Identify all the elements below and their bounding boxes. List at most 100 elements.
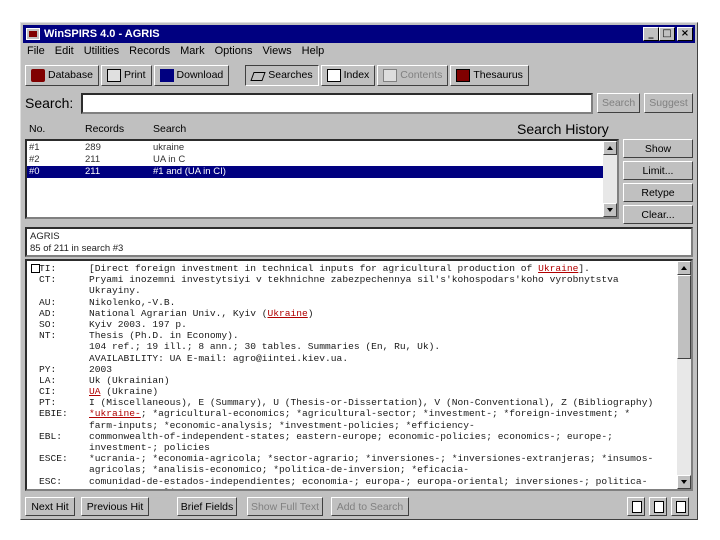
hit-term[interactable]: UA (89, 386, 101, 397)
menu-views[interactable]: Views (263, 45, 292, 62)
menu-help[interactable]: Help (302, 45, 325, 62)
retype-button[interactable]: Retype (623, 183, 693, 202)
thesaurus-button[interactable]: Thesaurus (450, 64, 529, 86)
download-button[interactable]: Download (153, 64, 230, 86)
show-button[interactable]: Show (623, 139, 693, 158)
field-value: UA (Ukraine) (89, 386, 159, 398)
previous-hit-button[interactable]: Previous Hit (81, 497, 149, 516)
searches-label: Searches (268, 69, 313, 81)
history-no: #1 (29, 142, 40, 153)
record-line: ESCE: *ucrania-; *economia-agricola; *sec… (31, 453, 675, 464)
field-value: Thesis (Ph.D. in Economy). (89, 330, 239, 342)
searches-button[interactable]: Searches (245, 64, 319, 86)
field-tag: NT: (39, 330, 57, 342)
searches-icon (251, 69, 265, 82)
contents-button[interactable]: Contents (377, 64, 449, 86)
record-line: PY: 2003 (31, 364, 675, 375)
menu-edit[interactable]: Edit (55, 45, 74, 62)
history-row-selected[interactable]: #0 211 #1 and (UA in CI) (27, 166, 605, 178)
menu-utilities[interactable]: Utilities (84, 45, 119, 62)
close-icon[interactable]: × (677, 27, 693, 41)
scroll-up-icon[interactable] (677, 261, 691, 275)
bottom-bar: Next Hit Previous Hit Brief Fields Show … (25, 497, 693, 517)
field-value: Pryami inozemni investytsiyi v tekhnichn… (89, 274, 619, 286)
history-row[interactable]: #2 211 UA in C (27, 154, 605, 166)
index-button[interactable]: Index (320, 64, 376, 86)
menu-file[interactable]: File (27, 45, 45, 62)
field-value: 2003 (89, 363, 113, 375)
history-list[interactable]: #1 289 ukraine #2 211 UA in C #0 211 #1 … (25, 139, 619, 219)
search-button[interactable]: Search (597, 93, 641, 113)
menu-bar: File Edit Utilities Records Mark Options… (25, 45, 324, 62)
download-icon (159, 68, 174, 82)
scroll-down-icon[interactable] (603, 203, 617, 217)
field-tag: EBL: (39, 430, 63, 442)
field-tag: CI: (39, 386, 57, 398)
print-label: Print (123, 69, 146, 81)
contents-icon (383, 68, 398, 82)
limit-button[interactable]: Limit... (623, 161, 693, 180)
record-line: PT: I (Miscellaneous), E (Summary), U (Th… (31, 397, 675, 408)
clear-button[interactable]: Clear... (623, 205, 693, 224)
field-tag: CT: (39, 274, 57, 286)
database-name: AGRIS (30, 231, 60, 242)
record-line: NT: Thesis (Ph.D. in Economy). (31, 330, 675, 341)
mark-icon[interactable] (649, 497, 667, 516)
brief-fields-button[interactable]: Brief Fields (177, 497, 237, 516)
field-value: comunidad-de-estados-independientes; eco… (89, 475, 648, 487)
thesaurus-icon (456, 68, 471, 82)
history-records: 289 (85, 142, 101, 153)
field-value: economica; politicas- (89, 487, 210, 489)
record-line: CI: UA (Ukraine) (31, 386, 675, 397)
history-row[interactable]: #1 289 ukraine (27, 142, 605, 154)
field-tag: PT: (39, 397, 57, 409)
scroll-down-icon[interactable] (677, 475, 691, 489)
field-value: 104 ref.; 19 ill.; 8 ann.; 30 tables. Su… (89, 341, 441, 353)
window-title: WinSPIRS 4.0 - AGRIS (44, 28, 160, 40)
print-record-icon[interactable] (671, 497, 689, 516)
search-label: Search: (25, 95, 74, 111)
scroll-up-icon[interactable] (603, 141, 617, 155)
menu-records[interactable]: Records (129, 45, 170, 62)
next-hit-button[interactable]: Next Hit (25, 497, 75, 516)
maximize-icon[interactable]: □ (659, 27, 675, 41)
field-tag: SO: (39, 318, 57, 330)
app-icon[interactable] (26, 28, 40, 40)
toolbar: Database Print Download Searches Index C… (25, 63, 529, 87)
record-line: AVAILABILITY: UA E-mail: agro@iintei.kie… (31, 353, 675, 364)
field-value: National Agrarian Univ., Kyiv (Ukraine) (89, 307, 314, 319)
record-status: 85 of 211 in search #3 (30, 243, 124, 254)
record-line: EBL: commonwealth-of-independent-states; … (31, 431, 675, 442)
record-line: economica; politicas- (31, 487, 675, 489)
record-line: ESC: comunidad-de-estados-independientes;… (31, 476, 675, 487)
hit-term[interactable]: Ukraine (538, 263, 578, 274)
search-input[interactable] (81, 92, 593, 114)
record-line: LA: Uk (Ukrainian) (31, 375, 675, 386)
menu-mark[interactable]: Mark (180, 45, 204, 62)
menu-options[interactable]: Options (215, 45, 253, 62)
record-view[interactable]: TI: [Direct foreign investment in technic… (25, 259, 693, 491)
hit-term[interactable]: *ukraine- (89, 408, 141, 419)
field-value: agricolas; *analisis-economico; *politic… (89, 464, 469, 476)
title-bar: WinSPIRS 4.0 - AGRIS _ □ × (23, 25, 695, 43)
scroll-thumb[interactable] (677, 275, 691, 359)
minimize-icon[interactable]: _ (643, 27, 659, 41)
record-line: CT: Pryami inozemni investytsiyi v tekhni… (31, 274, 675, 285)
record-scrollbar[interactable] (677, 261, 691, 489)
field-value: Ukrayiny. (89, 285, 141, 297)
record-line: AD: National Agrarian Univ., Kyiv (Ukrain… (31, 308, 675, 319)
history-search: ukraine (153, 142, 185, 153)
document-icon[interactable] (627, 497, 645, 516)
show-full-text-button[interactable]: Show Full Text (247, 497, 323, 516)
field-value: investment-; policies (89, 442, 210, 453)
record-line: AU: Nikolenko,-V.B. (31, 297, 675, 308)
print-button[interactable]: Print (100, 64, 152, 86)
add-to-search-button[interactable]: Add to Search (331, 497, 409, 516)
suggest-button[interactable]: Suggest (644, 93, 693, 113)
index-icon (326, 68, 341, 82)
record-line: SO: Kyiv 2003. 197 p. (31, 319, 675, 330)
hit-term[interactable]: Ukraine (267, 308, 307, 319)
field-tag: ESC: (39, 475, 63, 487)
database-button[interactable]: Database (25, 64, 99, 86)
history-scrollbar[interactable] (603, 141, 617, 217)
